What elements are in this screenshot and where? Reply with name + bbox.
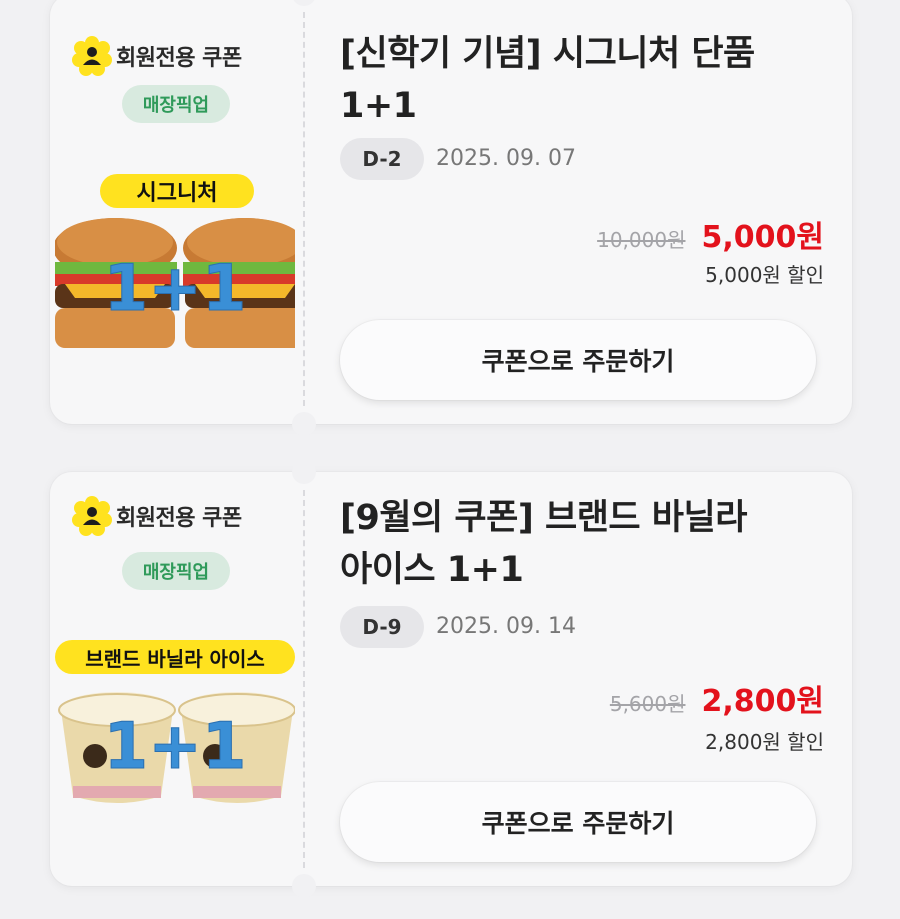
order-with-coupon-button[interactable]: 쿠폰으로 주문하기 bbox=[340, 320, 816, 400]
product-banner-text: 브랜드 바닐라 아이스 bbox=[85, 647, 265, 671]
dday-badge: D-2 bbox=[340, 138, 424, 180]
discount-amount: 2,800원 할인 bbox=[705, 730, 824, 754]
sale-price: 2,800원 bbox=[701, 684, 825, 719]
coupon-title: [신학기 기념] 시그니처 단품 1+1 bbox=[340, 34, 755, 126]
expiry-date: 2025. 09. 07 bbox=[436, 146, 576, 171]
member-only-label: 회원전용 쿠폰 bbox=[72, 36, 242, 76]
original-price: 10,000원 bbox=[597, 228, 686, 252]
product-image-burger: 시그니처 1+1 bbox=[53, 170, 307, 350]
product-overlay-text: 1+1 bbox=[104, 710, 247, 784]
member-badge-icon bbox=[72, 36, 112, 76]
member-only-label: 회원전용 쿠폰 bbox=[72, 496, 242, 536]
pickup-badge: 매장픽업 bbox=[122, 552, 230, 590]
price-row: 5,600원 2,800원 bbox=[610, 676, 824, 720]
pickup-badge: 매장픽업 bbox=[122, 85, 230, 123]
product-overlay-text: 1+1 bbox=[104, 252, 247, 326]
coupon-card: 회원전용 쿠폰 매장픽업 브랜드 바닐라 아이스 1+1 [9월의 쿠폰] 브랜… bbox=[50, 460, 852, 898]
coupon-left-panel: 회원전용 쿠폰 매장픽업 브랜드 바닐라 아이스 1+1 bbox=[50, 472, 304, 886]
coupon-right-panel: [신학기 기념] 시그니처 단품 1+1 D-2 2025. 09. 07 10… bbox=[340, 0, 830, 424]
product-image-ice-cream: 브랜드 바닐라 아이스 1+1 bbox=[55, 636, 296, 816]
sale-price: 5,000원 bbox=[701, 220, 825, 255]
coupon-left-panel: 회원전용 쿠폰 매장픽업 시그니처 1+1 bbox=[50, 0, 307, 424]
original-price: 5,600원 bbox=[609, 692, 686, 716]
expiry-date: 2025. 09. 14 bbox=[436, 614, 576, 639]
dday-badge: D-9 bbox=[340, 606, 424, 648]
order-with-coupon-button[interactable]: 쿠폰으로 주문하기 bbox=[340, 782, 816, 862]
member-badge-icon bbox=[72, 496, 112, 536]
coupon-right-panel: [9월의 쿠폰] 브랜드 바닐라 아이스 1+1 D-9 2025. 09. 1… bbox=[340, 472, 830, 886]
product-banner-text: 시그니처 bbox=[137, 181, 218, 206]
discount-amount: 5,000원 할인 bbox=[705, 263, 824, 287]
coupon-card: 회원전용 쿠폰 매장픽업 시그니처 1+1 [신학기 기념] 시그니처 단품 1… bbox=[50, 0, 852, 436]
coupon-title: [9월의 쿠폰] 브랜드 바닐라 아이스 1+1 bbox=[340, 498, 747, 590]
price-row: 10,000원 5,000원 bbox=[597, 212, 824, 256]
